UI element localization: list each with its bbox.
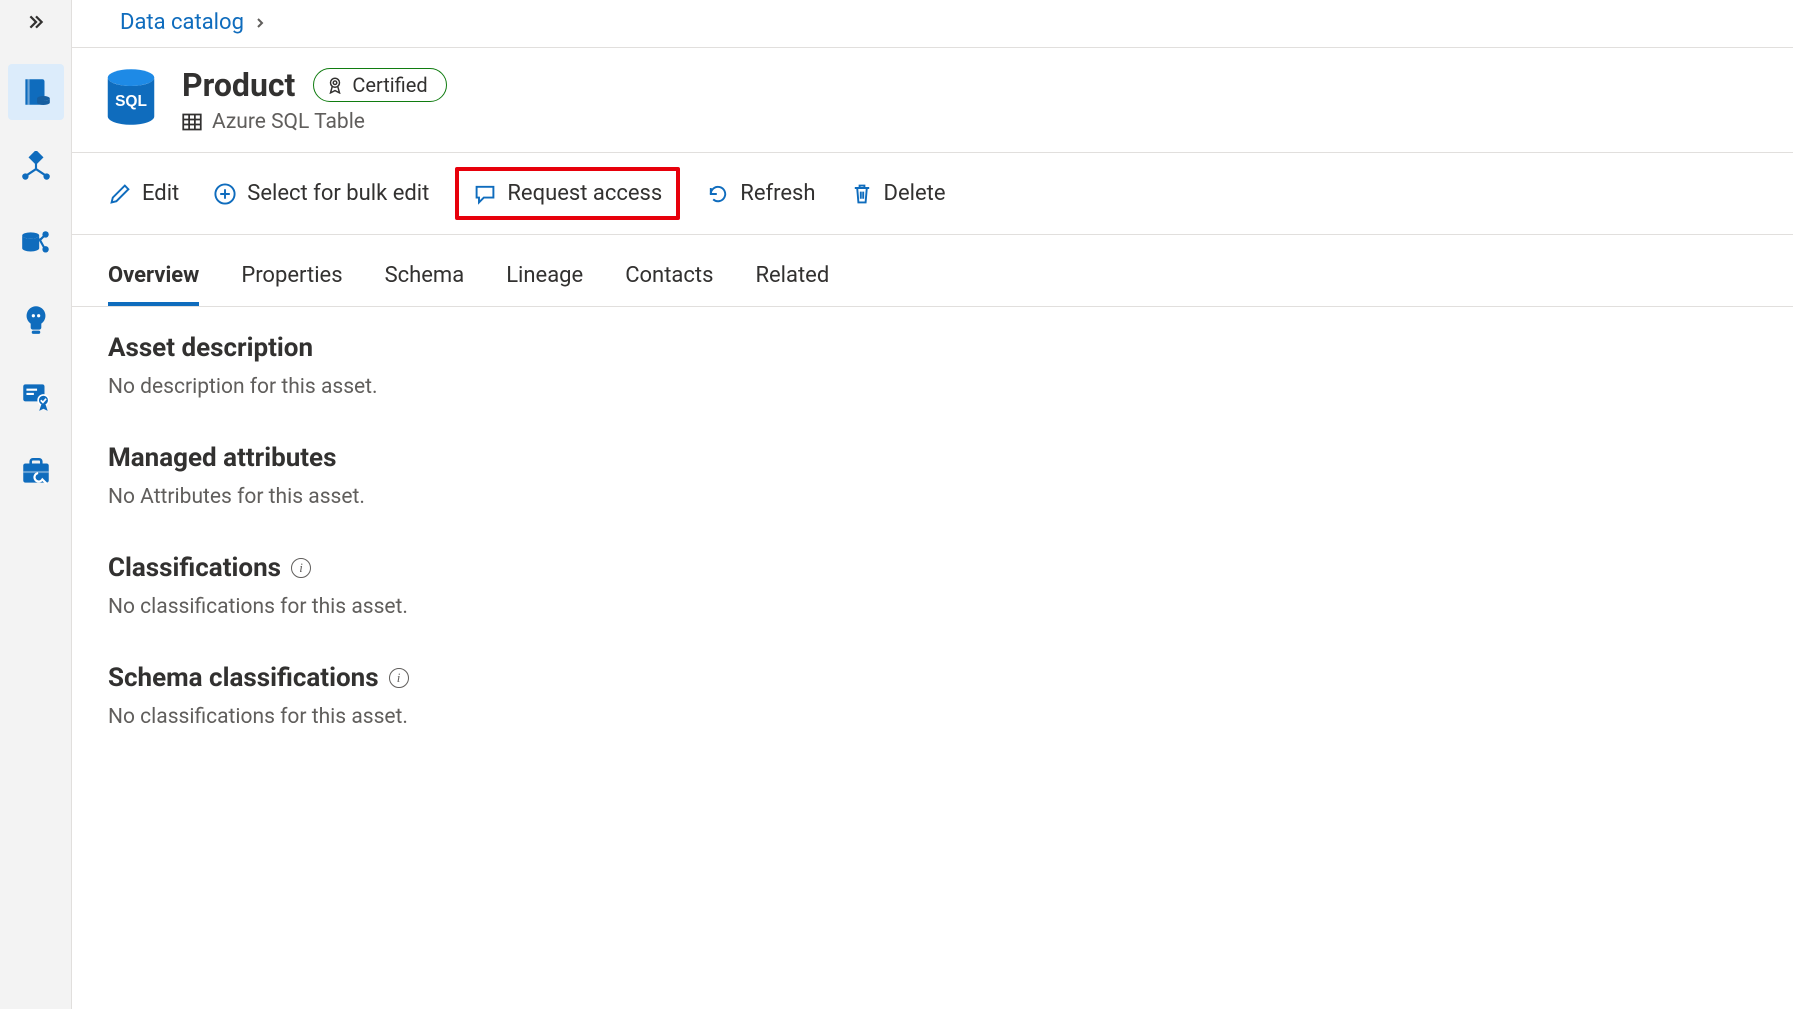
- breadcrumb: Data catalog: [72, 0, 1793, 48]
- asset-subtitle: Azure SQL Table: [182, 110, 447, 134]
- nav-policy[interactable]: [8, 368, 64, 424]
- book-database-icon: [19, 75, 53, 109]
- info-icon[interactable]: i: [291, 558, 311, 578]
- delete-label: Delete: [884, 181, 946, 206]
- section-managed-attributes: Managed attributes No Attributes for thi…: [108, 443, 1757, 509]
- toolbox-icon: [19, 455, 53, 489]
- schema-classifications-heading: Schema classifications: [108, 663, 379, 693]
- certified-badge: Certified: [313, 68, 446, 102]
- asset-type-icon: SQL: [100, 66, 162, 128]
- asset-title: Product: [182, 66, 295, 104]
- nav-data-map[interactable]: [8, 140, 64, 196]
- classifications-body: No classifications for this asset.: [108, 595, 1757, 619]
- refresh-button[interactable]: Refresh: [698, 175, 823, 212]
- refresh-icon: [706, 182, 730, 206]
- info-icon[interactable]: i: [389, 668, 409, 688]
- ribbon-icon: [326, 76, 344, 94]
- trash-icon: [850, 182, 874, 206]
- request-access-label: Request access: [507, 181, 662, 206]
- circle-plus-icon: [213, 182, 237, 206]
- edit-label: Edit: [142, 181, 179, 206]
- asset-description-body: No description for this asset.: [108, 375, 1757, 399]
- managed-attributes-heading: Managed attributes: [108, 443, 1757, 473]
- certificate-icon: [19, 379, 53, 413]
- edit-button[interactable]: Edit: [100, 175, 187, 212]
- delete-button[interactable]: Delete: [842, 175, 954, 212]
- nav-management[interactable]: [8, 444, 64, 500]
- database-share-icon: [19, 227, 53, 261]
- svg-text:SQL: SQL: [115, 93, 147, 110]
- asset-type-label: Azure SQL Table: [212, 110, 365, 134]
- diamond-nodes-icon: [19, 151, 53, 185]
- asset-header: SQL Product Certified: [72, 48, 1793, 153]
- edit-icon: [108, 182, 132, 206]
- lightbulb-icon: [19, 303, 53, 337]
- managed-attributes-body: No Attributes for this asset.: [108, 485, 1757, 509]
- bulk-edit-button[interactable]: Select for bulk edit: [205, 175, 437, 212]
- breadcrumb-link-data-catalog[interactable]: Data catalog: [120, 10, 244, 35]
- tab-schema[interactable]: Schema: [385, 257, 465, 306]
- tab-overview[interactable]: Overview: [108, 257, 199, 306]
- section-schema-classifications: Schema classifications i No classificati…: [108, 663, 1757, 729]
- overview-content: Asset description No description for thi…: [72, 307, 1793, 799]
- schema-classifications-body: No classifications for this asset.: [108, 705, 1757, 729]
- nav-data-share[interactable]: [8, 216, 64, 272]
- chevron-right-icon: [254, 10, 266, 35]
- nav-data-catalog[interactable]: [8, 64, 64, 120]
- certified-label: Certified: [352, 73, 427, 97]
- asset-description-heading: Asset description: [108, 333, 1757, 363]
- tab-properties[interactable]: Properties: [241, 257, 342, 306]
- table-icon: [182, 112, 202, 132]
- bulk-edit-label: Select for bulk edit: [247, 181, 429, 206]
- detail-tabs: Overview Properties Schema Lineage Conta…: [72, 235, 1793, 307]
- classifications-heading: Classifications: [108, 553, 281, 583]
- sql-database-icon: SQL: [100, 66, 162, 128]
- refresh-label: Refresh: [740, 181, 815, 206]
- request-access-highlight: Request access: [455, 167, 680, 220]
- section-classifications: Classifications i No classifications for…: [108, 553, 1757, 619]
- comment-icon: [473, 182, 497, 206]
- tab-related[interactable]: Related: [755, 257, 829, 306]
- section-asset-description: Asset description No description for thi…: [108, 333, 1757, 399]
- chevron-double-right-icon: [27, 13, 45, 31]
- left-nav: [0, 0, 72, 1009]
- main-panel: Data catalog SQL Product: [72, 0, 1793, 1009]
- tab-contacts[interactable]: Contacts: [625, 257, 713, 306]
- request-access-button[interactable]: Request access: [465, 175, 670, 212]
- nav-insights[interactable]: [8, 292, 64, 348]
- command-bar: Edit Select for bulk edit Request access: [72, 153, 1793, 235]
- tab-lineage[interactable]: Lineage: [506, 257, 583, 306]
- expand-nav-button[interactable]: [0, 4, 71, 40]
